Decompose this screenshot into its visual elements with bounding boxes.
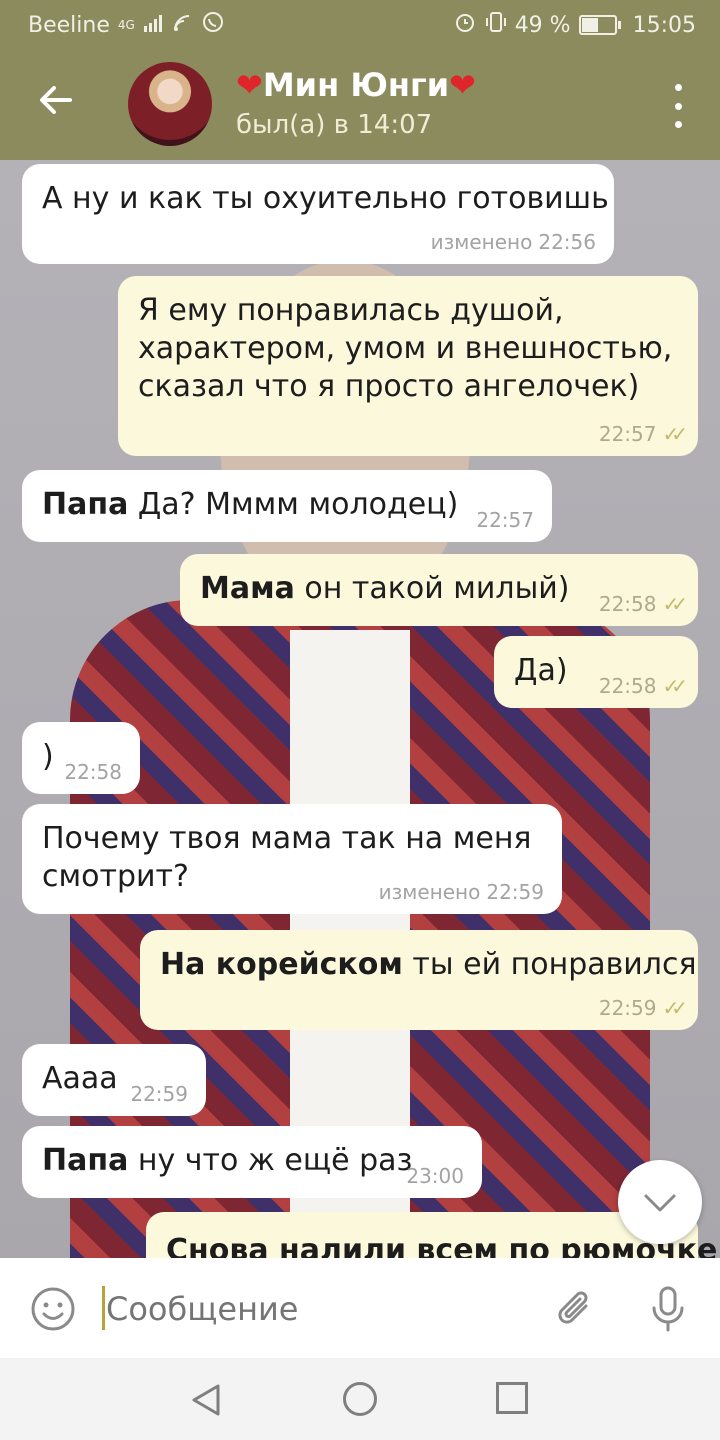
- message-incoming[interactable]: Папа Да? Мммм молодец) 22:57: [22, 470, 552, 542]
- double-check-icon: ✓✓: [662, 674, 687, 698]
- message-time: 22:58: [598, 592, 657, 616]
- double-check-icon: ✓✓: [662, 996, 687, 1020]
- sender-tag: Мама: [200, 571, 295, 606]
- edited-label: изменено: [378, 880, 481, 904]
- message-incoming[interactable]: Папа ну что ж ещё раз 23:00: [22, 1126, 482, 1198]
- message-meta: изменено 22:56: [431, 230, 596, 254]
- message-outgoing[interactable]: Мама он такой милый) 22:58 ✓✓: [180, 554, 698, 626]
- message-body: он такой милый): [294, 571, 570, 606]
- message-time: 22:57: [476, 508, 534, 532]
- message-meta: изменено 22:59: [379, 880, 544, 904]
- vibrate-icon: [485, 10, 507, 40]
- message-body: Да? Мммм молодец): [128, 487, 459, 522]
- message-text: Папа Да? Мммм молодец): [42, 486, 458, 524]
- whatsapp-icon: [201, 10, 225, 40]
- message-time: 22:58: [598, 674, 657, 698]
- message-time: 22:59: [598, 996, 657, 1020]
- message-text: ): [42, 739, 54, 774]
- heart-icon: ❤: [236, 66, 263, 104]
- heart-icon: ❤: [449, 66, 476, 104]
- message-incoming[interactable]: А ну и как ты охуительно готовишь измене…: [22, 164, 614, 264]
- message-meta: 22:57: [476, 508, 534, 532]
- emoji-button[interactable]: [30, 1286, 75, 1331]
- network-type: 4G: [117, 18, 135, 32]
- message-text: Аааа: [42, 1061, 118, 1096]
- contact-name-text: Мин Юнги: [262, 66, 450, 104]
- more-options-button[interactable]: [672, 84, 684, 128]
- sender-tag: На корейском: [160, 947, 403, 982]
- message-outgoing[interactable]: Снова налили всем по рюмочке: [146, 1212, 717, 1258]
- message-time: 22:56: [538, 230, 596, 254]
- message-incoming[interactable]: ) 22:58: [22, 722, 140, 794]
- contact-name[interactable]: ❤Мин Юнги❤: [236, 66, 476, 104]
- message-line: Почему твоя мама так на меня: [42, 821, 532, 856]
- message-meta: 22:58: [64, 760, 122, 784]
- message-text: Я ему понравилась душой, характером, умо…: [138, 292, 672, 406]
- menu-dot: [674, 121, 682, 128]
- battery-percent: 49 %: [514, 12, 571, 38]
- carrier-label: Beeline: [28, 12, 110, 38]
- chat-area[interactable]: А ну и как ты охуительно готовишь измене…: [0, 160, 720, 1258]
- clock: 15:05: [632, 12, 696, 38]
- triangle-back-icon: [192, 1384, 220, 1416]
- message-meta: 23:00: [406, 1164, 464, 1188]
- message-text: Папа ну что ж ещё раз: [42, 1142, 413, 1180]
- nav-recents-button[interactable]: [496, 1382, 528, 1414]
- message-input[interactable]: [104, 1282, 528, 1336]
- nav-back-button[interactable]: [186, 1382, 226, 1418]
- message-incoming[interactable]: Аааа 22:59: [22, 1044, 206, 1116]
- message-meta: 22:57 ✓✓: [598, 422, 688, 446]
- message-text: А ну и как ты охуительно готовишь: [42, 181, 609, 216]
- message-time: 22:58: [64, 760, 122, 784]
- arrow-left-icon: [40, 86, 72, 114]
- message-time: 23:00: [406, 1164, 464, 1188]
- system-nav-bar: [0, 1358, 720, 1440]
- edited-label: изменено: [430, 230, 533, 254]
- message-outgoing[interactable]: На корейском ты ей понравился 22:59 ✓✓: [140, 930, 698, 1030]
- message-meta: 22:59 ✓✓: [598, 996, 688, 1020]
- nav-home-button[interactable]: [343, 1382, 377, 1416]
- message-time: 22:57: [598, 422, 657, 446]
- menu-dot: [674, 102, 682, 110]
- message-line: сказал что я просто ангелочек): [138, 369, 640, 404]
- message-body: ты ей понравился: [402, 947, 697, 982]
- message-time: 22:59: [130, 1082, 188, 1106]
- sender-tag: Папа: [42, 487, 129, 522]
- chevron-down-icon: [644, 1194, 676, 1212]
- double-check-icon: ✓✓: [662, 422, 687, 446]
- status-bar: Beeline 4G 49 % 15:05: [0, 0, 720, 48]
- message-meta: 22:58 ✓✓: [598, 674, 688, 698]
- sender-tag: Снова налили всем по рюмочке: [166, 1233, 718, 1258]
- wifi-icon: [173, 13, 193, 38]
- message-text: На корейском ты ей понравился: [160, 946, 697, 984]
- voice-record-button[interactable]: [646, 1284, 690, 1334]
- last-seen-status: был(а) в 14:07: [236, 110, 433, 140]
- message-line: Я ему понравилась душой,: [138, 293, 564, 328]
- microphone-icon: [652, 1286, 684, 1332]
- message-meta: 22:58 ✓✓: [598, 592, 688, 616]
- back-button[interactable]: [34, 78, 78, 122]
- message-outgoing[interactable]: Я ему понравилась душой, характером, умо…: [118, 276, 698, 456]
- attach-button[interactable]: [552, 1286, 598, 1332]
- message-input-bar: [0, 1258, 720, 1358]
- contact-avatar[interactable]: [128, 62, 212, 146]
- message-outgoing[interactable]: Да) 22:58 ✓✓: [494, 636, 698, 708]
- message-incoming[interactable]: Почему твоя мама так на меня смотрит? из…: [22, 804, 562, 914]
- message-meta: 22:59: [130, 1082, 188, 1106]
- sender-tag: Папа: [42, 1143, 129, 1178]
- scroll-down-button[interactable]: [618, 1160, 702, 1244]
- chat-header: ❤Мин Юнги❤ был(а) в 14:07: [0, 48, 720, 160]
- menu-dot: [674, 84, 682, 91]
- message-time: 22:59: [486, 880, 544, 904]
- message-body: ну что ж ещё раз: [128, 1143, 413, 1178]
- smile-icon: [31, 1287, 75, 1331]
- message-text: Мама он такой милый): [200, 570, 569, 608]
- alarm-icon: [453, 10, 477, 40]
- message-line: характером, умом и внешностью,: [138, 331, 673, 366]
- message-text: Да): [514, 653, 568, 688]
- signal-icon: [143, 13, 165, 38]
- paperclip-icon: [558, 1291, 588, 1324]
- battery-icon: [578, 15, 621, 35]
- double-check-icon: ✓✓: [662, 592, 687, 616]
